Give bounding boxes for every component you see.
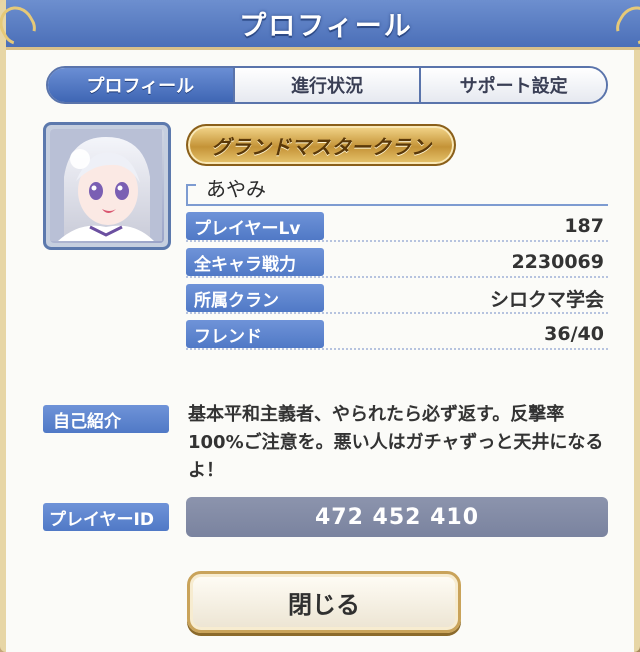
ornament-right-icon <box>610 0 640 50</box>
stat-value: 2230069 <box>511 251 604 273</box>
player-name-row: あやみ <box>186 170 608 206</box>
dialog-title: プロフィール <box>239 11 413 42</box>
stat-row-total-power: 全キャラ戦力 2230069 <box>186 248 608 278</box>
stat-value: 36/40 <box>544 323 604 345</box>
stat-row-clan: 所属クラン シロクマ学会 <box>186 284 608 314</box>
intro-text: 基本平和主義者、やられたら必ず返す。反撃率100%ご注意を。悪い人はガチャずっと… <box>188 404 604 481</box>
avatar <box>50 129 164 243</box>
stat-row-friends: フレンド 36/40 <box>186 320 608 350</box>
clan-rank-banner: グランドマスタークラン <box>186 124 456 166</box>
name-bracket <box>186 184 196 206</box>
close-button[interactable]: 閉じる <box>187 571 461 633</box>
dialog-header: プロフィール <box>0 0 640 50</box>
tab-bar: プロフィール 進行状況 サポート設定 <box>46 66 608 104</box>
player-name: あやみ <box>206 176 266 201</box>
stat-label: 全キャラ戦力 <box>186 248 324 276</box>
stat-label: プレイヤーLv <box>186 212 324 240</box>
profile-dialog: プロフィール プロフィール 進行状況 サポート設定 グランドマスタークラン あや… <box>0 0 640 652</box>
stat-label: フレンド <box>186 320 324 348</box>
clan-rank-text: グランドマスタークラン <box>211 134 431 159</box>
stat-value: シロクマ学会 <box>489 288 604 311</box>
stat-row-player-level: プレイヤーLv 187 <box>186 212 608 242</box>
stat-value: 187 <box>564 215 604 237</box>
stat-label: 所属クラン <box>186 284 324 312</box>
ornament-left-icon <box>0 0 42 50</box>
player-id-value: 472 452 410 <box>186 497 608 537</box>
player-id-label: プレイヤーID <box>43 503 169 531</box>
tab-support-settings[interactable]: サポート設定 <box>419 68 606 102</box>
tab-progress[interactable]: 進行状況 <box>232 68 420 102</box>
tab-profile[interactable]: プロフィール <box>48 68 233 102</box>
character-portrait-icon <box>50 129 162 241</box>
avatar-frame <box>43 122 171 250</box>
intro-label: 自己紹介 <box>43 405 169 433</box>
